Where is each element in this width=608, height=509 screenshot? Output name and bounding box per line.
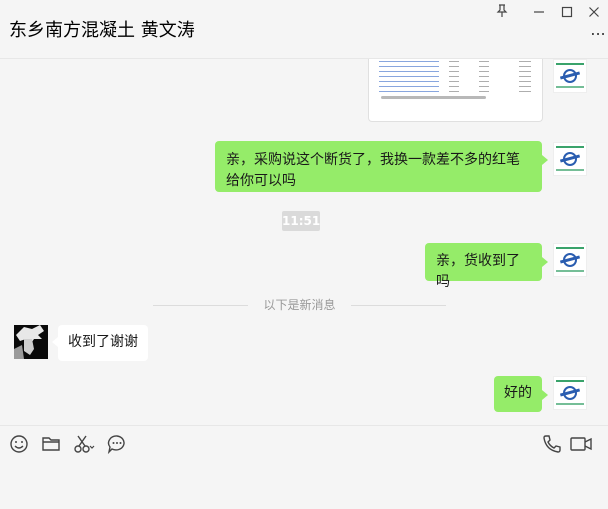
chat-history-button[interactable] [106, 435, 128, 457]
emoji-button[interactable] [8, 435, 30, 457]
minimize-button[interactable] [524, 0, 554, 24]
pin-icon [496, 3, 508, 22]
message-bubble-mine[interactable]: 好的 [494, 376, 548, 412]
maximize-button[interactable] [552, 0, 582, 24]
maximize-icon [561, 3, 573, 22]
new-messages-divider: 以下是新消息 [153, 296, 446, 314]
message-bubble-contact[interactable]: 收到了谢谢 [52, 325, 148, 361]
timestamp-badge: 11:51 [282, 211, 320, 231]
my-avatar[interactable] [553, 243, 587, 277]
video-call-button[interactable] [569, 435, 593, 457]
emoji-icon [9, 434, 29, 458]
my-avatar[interactable] [553, 376, 587, 410]
pin-button[interactable] [487, 0, 517, 24]
my-avatar[interactable] [553, 59, 587, 93]
video-icon [570, 436, 592, 456]
message-text: 收到了谢谢 [68, 334, 138, 350]
phone-icon [542, 434, 562, 458]
scissors-icon [73, 434, 95, 458]
send-file-button[interactable] [40, 435, 62, 457]
chat-bubble-icon [107, 434, 127, 458]
message-text: 亲，采购说这个断货了，我换一款差不多的红笔给你可以吗 [226, 152, 520, 189]
image-message[interactable] [368, 59, 543, 122]
voice-call-button[interactable] [541, 435, 563, 457]
minimize-icon [533, 3, 545, 22]
chat-title: 东乡南方混凝土 黄文涛 [9, 20, 195, 41]
message-bubble-mine[interactable]: 亲，采购说这个断货了，我换一款差不多的红笔给你可以吗 [215, 141, 548, 192]
close-icon [588, 3, 600, 22]
contact-avatar[interactable] [14, 325, 48, 359]
message-text: 亲，货收到了吗 [436, 253, 520, 290]
message-text: 好的 [504, 385, 532, 401]
my-avatar[interactable] [553, 142, 587, 176]
chat-header: 东乡南方混凝土 黄文涛 ... [0, 0, 608, 59]
input-area[interactable] [0, 425, 608, 509]
screenshot-button[interactable] [73, 435, 95, 457]
message-bubble-mine[interactable]: 亲，货收到了吗 [425, 243, 548, 290]
folder-icon [41, 435, 61, 457]
more-options-button[interactable]: ... [589, 20, 607, 40]
message-list[interactable]: 亲，采购说这个断货了，我换一款差不多的红笔给你可以吗 11:51 亲，货收到了吗… [0, 59, 608, 425]
